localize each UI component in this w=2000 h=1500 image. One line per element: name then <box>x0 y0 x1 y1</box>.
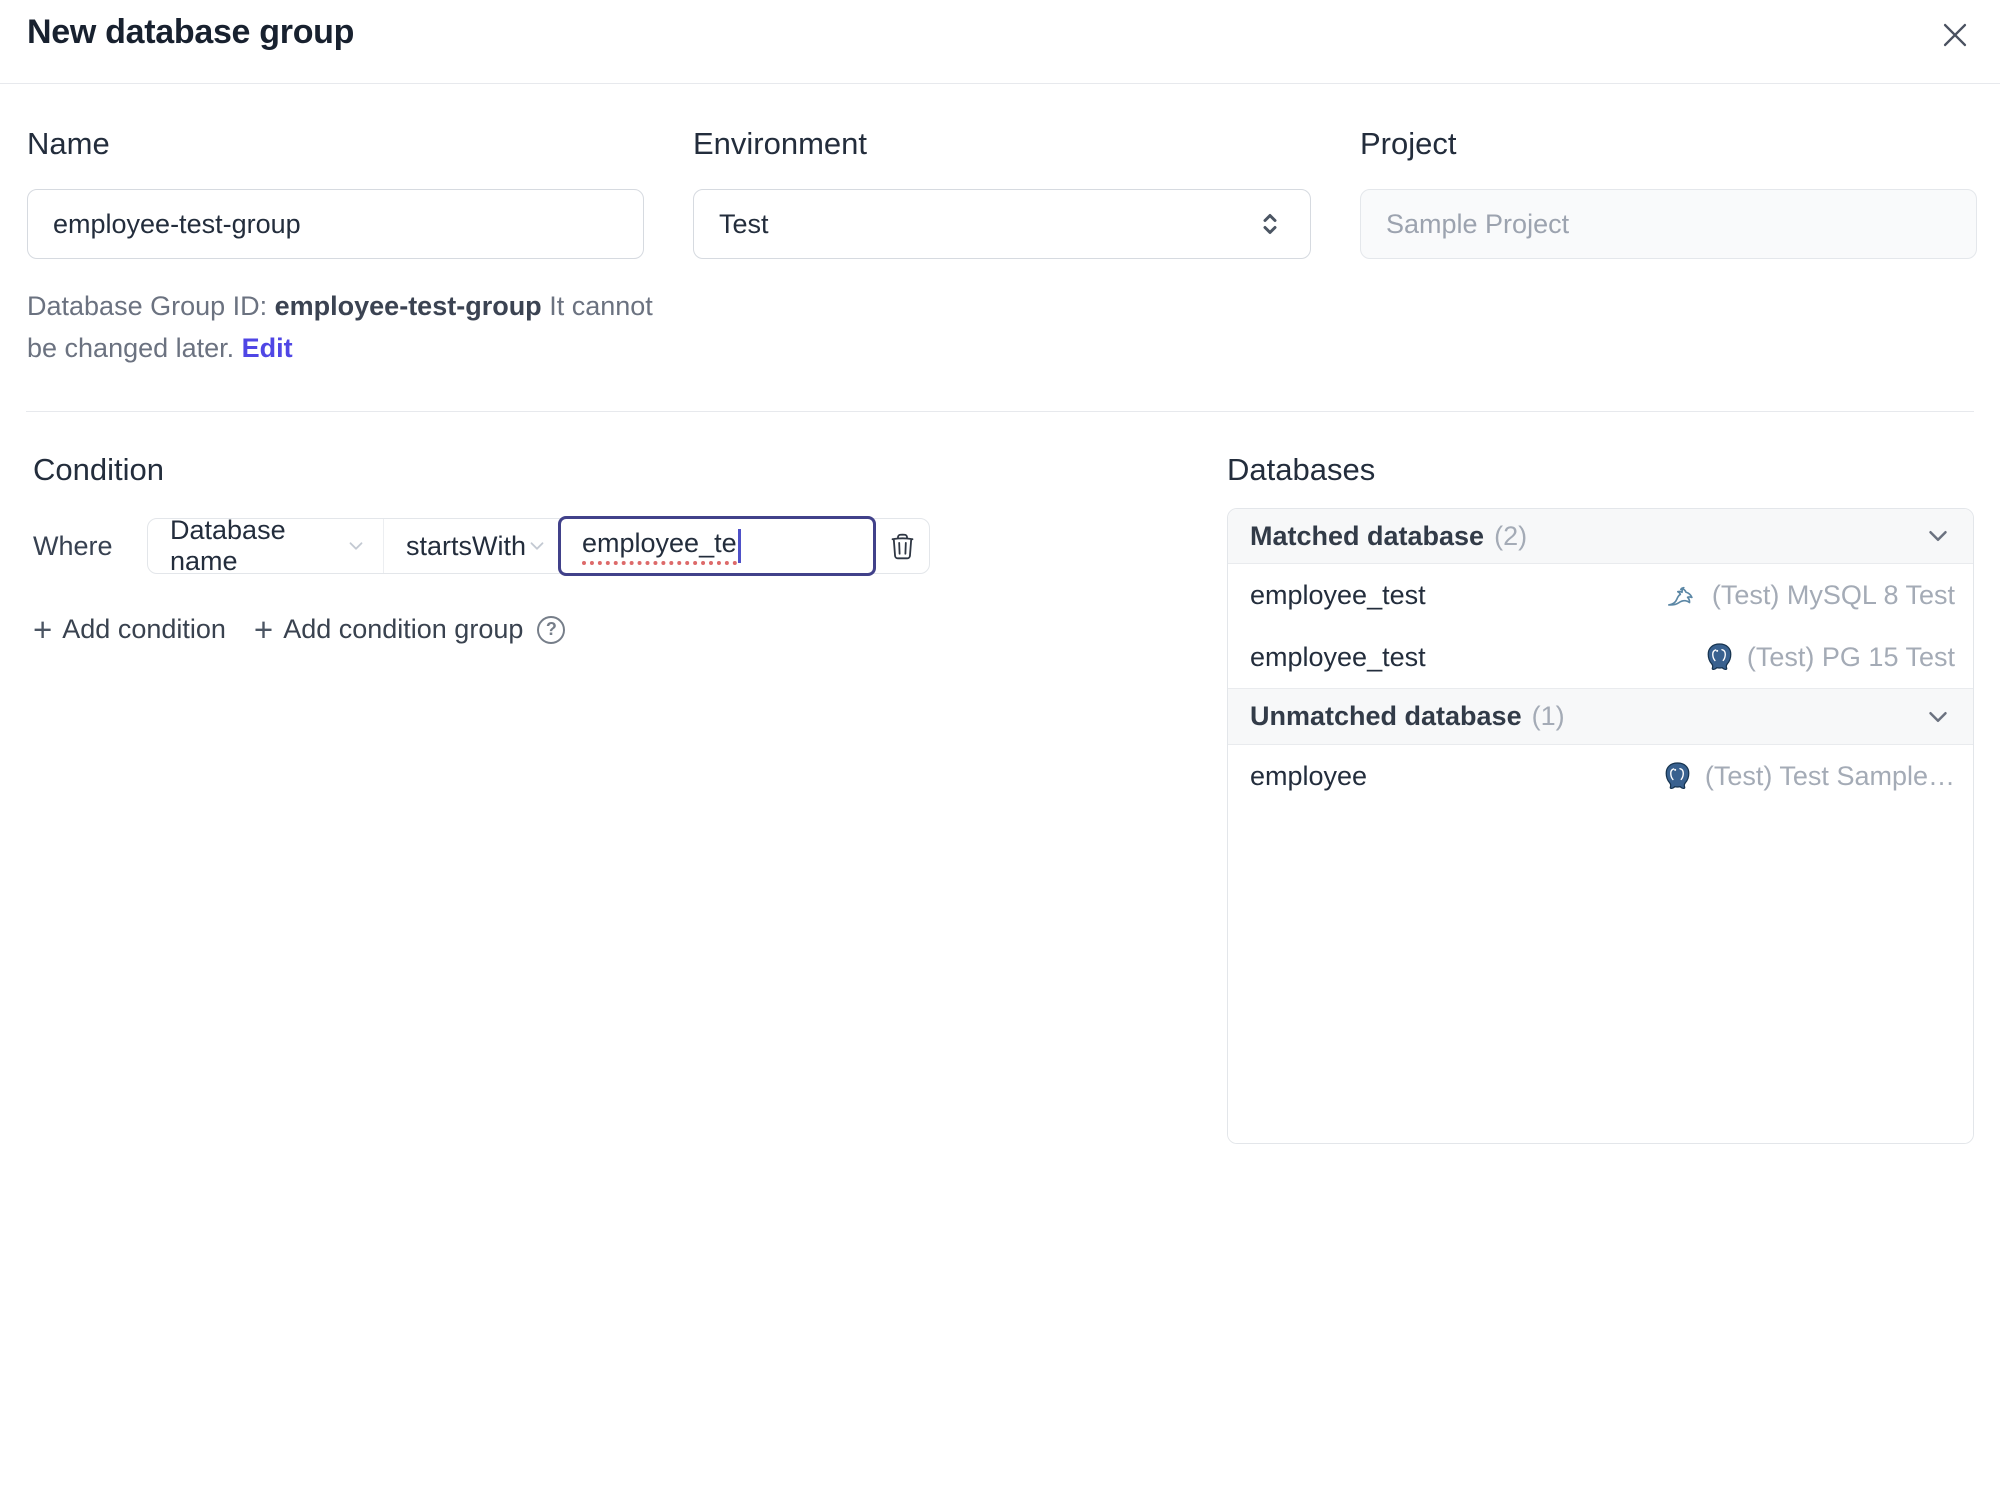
where-label: Where <box>33 530 113 561</box>
edit-id-link[interactable]: Edit <box>242 333 293 363</box>
database-instance: (Test) PG 15 Test <box>1703 641 1955 674</box>
add-condition-group-button[interactable]: + Add condition group <box>253 610 524 648</box>
database-instance-label: (Test) MySQL 8 Test <box>1711 579 1955 610</box>
condition-heading: Condition <box>33 452 164 487</box>
plus-icon: + <box>253 610 274 648</box>
matched-database-title: Matched database <box>1250 520 1485 551</box>
database-instance: (Test) MySQL 8 Test <box>1663 577 1955 613</box>
project-label: Project <box>1360 126 1457 161</box>
group-id-value: employee-test-group <box>274 291 542 321</box>
databases-panel: Matched database (2) employee_test (Test… <box>1227 508 1974 1144</box>
chevron-down-icon <box>526 535 548 557</box>
chevron-down-icon <box>345 535 367 557</box>
databases-heading: Databases <box>1227 452 1376 487</box>
condition-row: Where Database name startsWith employee_… <box>33 515 930 576</box>
database-name: employee_test <box>1250 579 1426 610</box>
database-name: employee <box>1250 760 1368 791</box>
project-select[interactable]: Sample Project <box>1360 189 1977 259</box>
delete-condition-button[interactable] <box>876 519 929 573</box>
postgresql-icon <box>1661 760 1694 793</box>
database-instance: (Test) Test Sample… <box>1661 760 1955 793</box>
environment-label: Environment <box>693 126 868 161</box>
project-select-value: Sample Project <box>1386 208 1570 239</box>
databases-panel-empty-space <box>1228 807 1973 1143</box>
project-field-group: Project Sample Project <box>1360 126 1977 369</box>
environment-select[interactable]: Test <box>693 189 1311 259</box>
add-condition-label: Add condition <box>62 614 226 644</box>
condition-value-text: employee_te <box>582 528 737 565</box>
condition-field-dropdown[interactable]: Database name <box>148 515 384 576</box>
condition-expression-group: Database name startsWith employee_te <box>147 515 930 576</box>
matched-database-count: (2) <box>1494 520 1528 551</box>
section-divider <box>26 411 1974 412</box>
close-button[interactable] <box>1936 16 1974 54</box>
close-icon <box>1938 18 1972 52</box>
database-row: employee (Test) Test Sample… <box>1228 745 1973 807</box>
database-instance-label: (Test) PG 15 Test <box>1746 641 1955 672</box>
postgresql-icon <box>1703 641 1736 674</box>
condition-field-value: Database name <box>170 515 286 576</box>
mysql-icon <box>1663 577 1701 613</box>
condition-value-input[interactable]: employee_te <box>558 516 876 576</box>
help-icon[interactable]: ? <box>537 615 566 644</box>
group-id-note: Database Group ID: employee-test-group I… <box>27 285 667 369</box>
unmatched-database-title: Unmatched database <box>1250 701 1522 731</box>
database-instance-label: (Test) Test Sample… <box>1704 760 1955 791</box>
plus-icon: + <box>33 610 53 648</box>
chevron-down-icon <box>1923 702 1953 732</box>
chevron-up-down-icon <box>1255 209 1285 239</box>
help-glyph: ? <box>545 619 557 639</box>
add-condition-button[interactable]: + Add condition <box>33 610 226 648</box>
add-condition-group-label: Add condition group <box>283 614 524 644</box>
database-row: employee_test (Test) MySQL 8 Test <box>1228 564 1973 626</box>
environment-field-group: Environment Test <box>693 126 1311 369</box>
form-grid: Name employee-test-group Database Group … <box>27 126 1977 369</box>
unmatched-database-header[interactable]: Unmatched database (1) <box>1228 688 1973 745</box>
new-database-group-dialog: { "dialog": { "title": "New database gro… <box>0 0 2000 1500</box>
condition-section: Condition Where Database name startsWith… <box>33 452 930 648</box>
name-label: Name <box>27 126 110 161</box>
databases-section: Databases Matched database (2) employee_… <box>1227 452 1974 1144</box>
dialog-header: New database group <box>0 0 2000 84</box>
text-cursor <box>737 529 741 563</box>
name-input[interactable]: employee-test-group <box>27 189 644 259</box>
condition-operator-dropdown[interactable]: startsWith <box>384 519 558 573</box>
condition-operator-value: startsWith <box>406 530 527 561</box>
group-id-note-prefix: Database Group ID: <box>27 291 275 321</box>
name-input-value: employee-test-group <box>53 208 301 239</box>
trash-icon <box>888 532 917 561</box>
environment-select-value: Test <box>719 208 769 239</box>
name-field-group: Name employee-test-group Database Group … <box>27 126 653 369</box>
dialog-title: New database group <box>27 13 355 51</box>
database-name: employee_test <box>1250 641 1426 672</box>
unmatched-database-count: (1) <box>1531 701 1565 731</box>
chevron-down-icon <box>1923 521 1953 551</box>
matched-database-header[interactable]: Matched database (2) <box>1228 509 1973 564</box>
database-row: employee_test (Test) PG 15 Test <box>1228 626 1973 688</box>
condition-actions: + Add condition + Add condition group ? <box>33 610 930 648</box>
